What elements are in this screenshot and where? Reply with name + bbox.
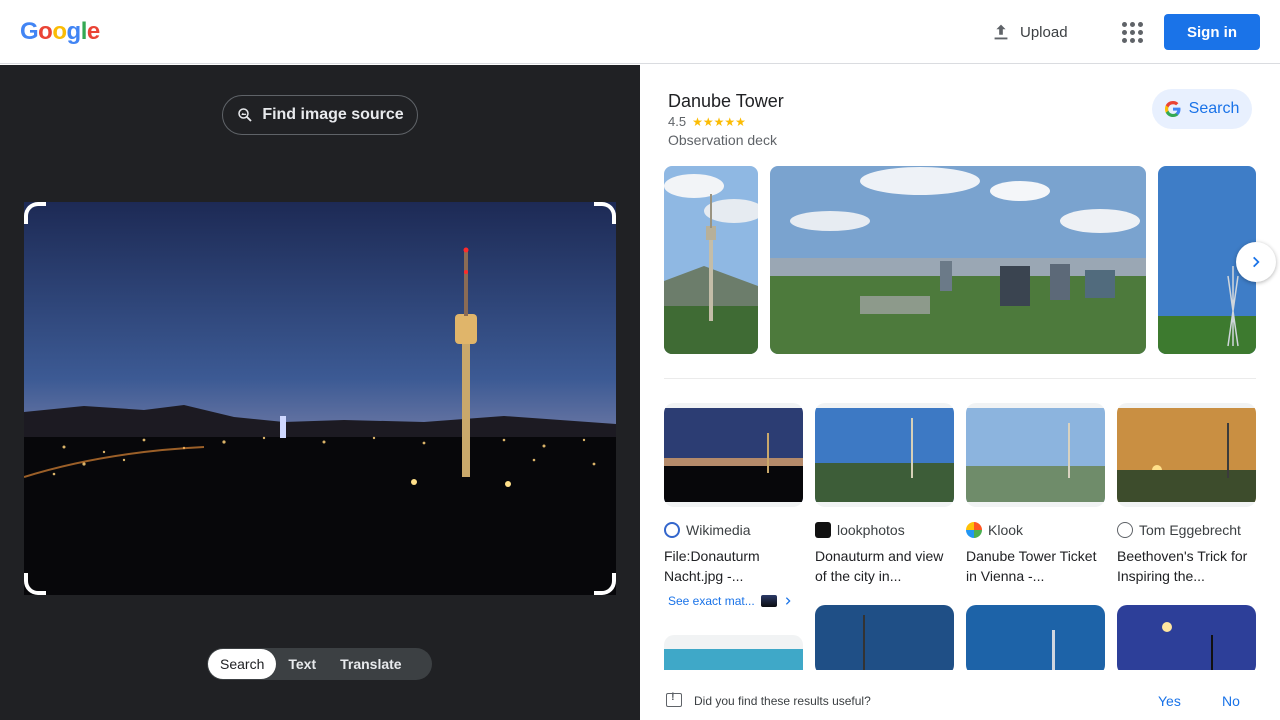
result-thumbnail[interactable] bbox=[1117, 605, 1256, 675]
results-pane: Danube Tower 4.5 ★★★★★ Observation deck … bbox=[640, 65, 1280, 720]
result-card[interactable]: Tom Eggebrecht Beethoven's Trick for Ins… bbox=[1117, 403, 1256, 586]
carousel-next-button[interactable] bbox=[1236, 242, 1276, 282]
tower-sunset-thumbnail bbox=[1117, 408, 1256, 502]
find-image-source-button[interactable]: Find image source bbox=[222, 95, 418, 135]
logo-letter: o bbox=[52, 18, 67, 45]
night-tower-photo bbox=[24, 202, 616, 595]
result-card[interactable]: Wikimedia File:Donauturm Nacht.jpg -... bbox=[664, 403, 803, 586]
chevron-right-icon bbox=[785, 597, 791, 605]
entity-search-button[interactable]: Search bbox=[1152, 89, 1252, 129]
result-source-name: lookphotos bbox=[837, 522, 905, 538]
google-g-icon bbox=[1164, 101, 1181, 117]
city-aerial-photo bbox=[770, 166, 1146, 354]
result-source: Wikimedia bbox=[664, 520, 803, 540]
feedback-no-button[interactable]: No bbox=[1222, 693, 1240, 709]
result-source-name: Wikimedia bbox=[686, 522, 751, 538]
result-thumbnail[interactable] bbox=[966, 605, 1105, 675]
query-image-pane: Find image source Search Text Translate bbox=[0, 65, 640, 720]
find-image-source-label: Find image source bbox=[262, 106, 404, 123]
query-image[interactable] bbox=[24, 202, 616, 595]
logo-letter: o bbox=[38, 18, 53, 45]
klook-icon bbox=[966, 522, 982, 538]
result-source: Klook bbox=[966, 520, 1105, 540]
mode-tabs: Search Text Translate bbox=[207, 648, 432, 680]
night-tower-thumbnail bbox=[664, 408, 803, 502]
result-thumbnail[interactable] bbox=[966, 403, 1105, 507]
exact-match-thumbnail bbox=[760, 595, 777, 607]
result-title[interactable]: File:Donauturm Nacht.jpg -... bbox=[664, 546, 803, 586]
result-thumbnail[interactable] bbox=[1117, 403, 1256, 507]
feedback-icon bbox=[666, 691, 682, 707]
result-title[interactable]: Danube Tower Ticket in Vienna -... bbox=[966, 546, 1105, 586]
feedback-yes-button[interactable]: Yes bbox=[1158, 693, 1181, 709]
tower-moon-thumbnail bbox=[1117, 605, 1256, 675]
tab-text[interactable]: Text bbox=[276, 649, 328, 679]
see-exact-matches-label: See exact mat... bbox=[668, 594, 755, 608]
result-card[interactable]: lookphotos Donauturm and view of the cit… bbox=[815, 403, 954, 586]
wikimedia-icon bbox=[664, 522, 680, 538]
lookphotos-icon bbox=[815, 522, 831, 538]
result-source-name: Tom Eggebrecht bbox=[1139, 522, 1241, 538]
google-logo[interactable]: Google bbox=[20, 18, 100, 46]
result-card[interactable]: Klook Danube Tower Ticket in Vienna -... bbox=[966, 403, 1105, 586]
sign-in-button[interactable]: Sign in bbox=[1164, 14, 1260, 50]
entity-rating: 4.5 ★★★★★ bbox=[668, 114, 746, 129]
divider bbox=[664, 378, 1256, 379]
feedback-question: Did you find these results useful? bbox=[694, 694, 871, 708]
logo-letter: e bbox=[86, 18, 100, 45]
logo-letter: g bbox=[66, 18, 82, 45]
tower-blue-thumbnail bbox=[966, 605, 1105, 675]
result-source-name: Klook bbox=[988, 522, 1024, 538]
upload-label: Upload bbox=[1020, 23, 1068, 41]
logo-letter: G bbox=[20, 18, 39, 45]
tower-blue-thumbnail bbox=[815, 605, 954, 675]
rating-value: 4.5 bbox=[668, 114, 687, 129]
top-bar: Google Upload Sign in bbox=[0, 0, 1280, 64]
feedback-bar: Did you find these results useful? Yes N… bbox=[640, 670, 1280, 720]
result-thumbnail[interactable] bbox=[664, 403, 803, 507]
globe-icon bbox=[1117, 522, 1133, 538]
result-title[interactable]: Beethoven's Trick for Inspiring the... bbox=[1117, 546, 1256, 586]
result-thumbnail[interactable] bbox=[815, 605, 954, 675]
tab-translate[interactable]: Translate bbox=[328, 649, 413, 679]
result-source: Tom Eggebrecht bbox=[1117, 520, 1256, 540]
entity-image-1[interactable] bbox=[664, 166, 758, 354]
crop-handle-top-left[interactable] bbox=[24, 202, 46, 224]
entity-image-2[interactable] bbox=[770, 166, 1146, 354]
rating-stars-icon: ★★★★★ bbox=[692, 114, 746, 129]
upload-icon bbox=[994, 24, 1008, 40]
tower-dusk-thumbnail bbox=[815, 408, 954, 502]
apps-grid-icon[interactable] bbox=[1120, 20, 1144, 44]
result-thumbnail[interactable] bbox=[815, 403, 954, 507]
entity-type: Observation deck bbox=[668, 132, 777, 148]
upload-button[interactable]: Upload bbox=[990, 18, 1068, 46]
entity-search-label: Search bbox=[1188, 100, 1240, 117]
tower-day-photo bbox=[664, 166, 758, 354]
image-search-icon bbox=[238, 108, 252, 122]
result-source: lookphotos bbox=[815, 520, 954, 540]
chevron-right-icon bbox=[1253, 256, 1260, 268]
tower-daylight-thumbnail bbox=[966, 408, 1105, 502]
result-title[interactable]: Donauturm and view of the city in... bbox=[815, 546, 954, 586]
see-exact-matches-link[interactable]: See exact mat... bbox=[668, 594, 793, 608]
tab-search[interactable]: Search bbox=[208, 649, 277, 679]
entity-title[interactable]: Danube Tower bbox=[668, 91, 784, 112]
